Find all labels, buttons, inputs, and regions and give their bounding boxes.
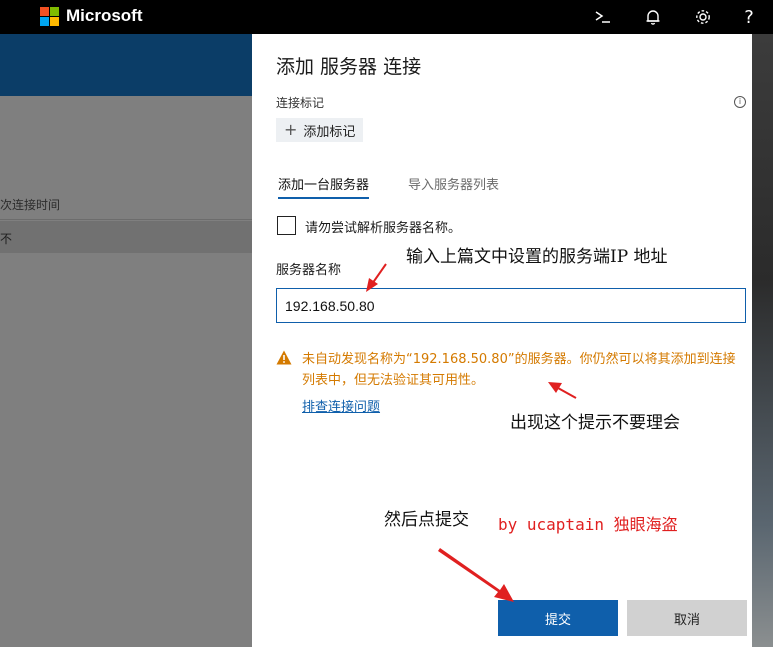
background-table-row: [0, 221, 252, 253]
tab-import-server-list[interactable]: 导入服务器列表: [408, 174, 499, 193]
background-divider: [0, 219, 252, 220]
background-row-cell: 不: [0, 232, 13, 246]
warning-icon: [276, 350, 292, 365]
annotation-warning-hint: 出现这个提示不要理会: [510, 413, 680, 433]
add-server-connection-panel: 添加 服务器 连接 连接标记 i + 添加标记 添加一台服务器 导入服务器列表 …: [252, 34, 752, 647]
warning-message: 未自动发现名称为“192.168.50.80”的服务器。你仍然可以将其添加到连接…: [302, 352, 736, 388]
background-right-strip: [752, 34, 773, 647]
info-icon[interactable]: i: [734, 96, 746, 108]
annotation-server-hint: 输入上篇文中设置的服务端IP 地址: [406, 247, 668, 267]
add-tag-button[interactable]: + 添加标记: [276, 118, 364, 142]
connection-tags-label: 连接标记: [276, 96, 325, 110]
top-bar: Microsoft ?: [0, 0, 773, 34]
background-column-header: 次连接时间: [0, 198, 61, 212]
cancel-button[interactable]: 取消: [627, 600, 747, 636]
server-name-label: 服务器名称: [276, 263, 342, 278]
troubleshoot-connection-link[interactable]: 排查连接问题: [302, 396, 380, 415]
add-tag-label: 添加标记: [303, 124, 356, 140]
tab-add-one-server[interactable]: 添加一台服务器: [278, 174, 370, 199]
background-app: [0, 34, 252, 647]
submit-button[interactable]: 提交: [498, 600, 618, 636]
annotation-submit-hint: 然后点提交: [384, 510, 469, 530]
do-not-resolve-label: 请勿尝试解析服务器名称。: [305, 221, 462, 236]
do-not-resolve-checkbox[interactable]: [277, 216, 296, 235]
background-header-band: [0, 34, 252, 96]
annotation-author: by ucaptain 独眼海盗: [498, 515, 678, 534]
plus-icon: +: [284, 120, 298, 139]
bell-icon[interactable]: [638, 0, 668, 34]
brand-name: Microsoft: [66, 6, 143, 25]
microsoft-logo-icon: [40, 7, 60, 27]
panel-title: 添加 服务器 连接: [276, 56, 422, 78]
gear-icon[interactable]: [688, 0, 718, 34]
help-icon[interactable]: ?: [734, 0, 764, 34]
terminal-icon[interactable]: [588, 0, 618, 34]
server-name-input[interactable]: [276, 288, 746, 323]
